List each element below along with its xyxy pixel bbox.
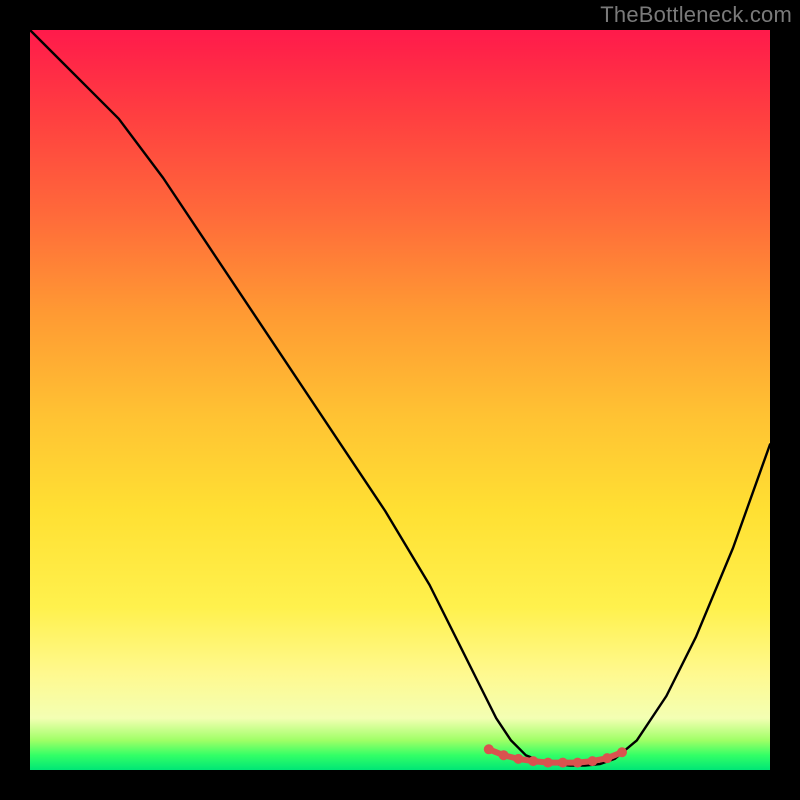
optimal-marker-dot xyxy=(558,758,568,768)
page-frame: TheBottleneck.com xyxy=(0,0,800,800)
optimal-marker-dot xyxy=(617,747,627,757)
bottleneck-chart xyxy=(30,30,770,770)
optimal-band-markers xyxy=(484,744,627,767)
optimal-marker-dot xyxy=(513,754,523,764)
optimal-marker-dot xyxy=(499,750,509,760)
optimal-band-line xyxy=(489,749,622,762)
optimal-marker-dot xyxy=(573,758,583,768)
plot-area xyxy=(30,30,770,770)
bottleneck-curve-line xyxy=(30,30,770,766)
watermark-text: TheBottleneck.com xyxy=(600,2,792,28)
optimal-marker-dot xyxy=(543,758,553,768)
optimal-marker-dot xyxy=(602,753,612,763)
optimal-marker-dot xyxy=(587,756,597,766)
optimal-marker-dot xyxy=(484,744,494,754)
optimal-marker-dot xyxy=(528,756,538,766)
